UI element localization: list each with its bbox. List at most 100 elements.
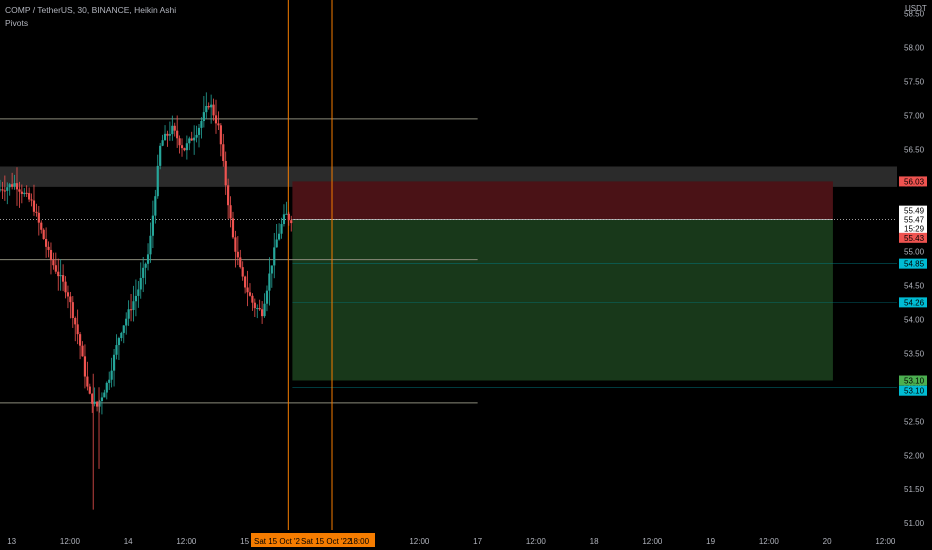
y-tick-label: 58.00 bbox=[904, 44, 925, 53]
candle-body bbox=[258, 308, 261, 310]
candle-body bbox=[32, 200, 36, 212]
candle-body bbox=[95, 401, 99, 407]
candle-body bbox=[86, 376, 89, 387]
candle-body bbox=[105, 382, 108, 393]
candle-body bbox=[47, 246, 50, 250]
candle-body bbox=[57, 271, 60, 277]
candle-body bbox=[275, 239, 278, 248]
candle-body bbox=[149, 235, 152, 255]
candle-body bbox=[263, 303, 266, 317]
candle-body bbox=[120, 332, 123, 339]
candle-body bbox=[178, 138, 181, 146]
candle-body bbox=[280, 224, 283, 234]
candle-body bbox=[69, 296, 72, 303]
stop-loss-zone bbox=[292, 181, 833, 220]
y-tick-label: 58.50 bbox=[904, 10, 925, 19]
candle-body bbox=[151, 215, 154, 236]
candle-body bbox=[234, 237, 237, 252]
candle-body bbox=[246, 287, 249, 293]
candle-body bbox=[239, 257, 242, 268]
candle-body bbox=[251, 295, 254, 303]
y-tick-label: 56.50 bbox=[904, 145, 925, 154]
price-tag-text: 56.03 bbox=[904, 177, 925, 186]
candle-body bbox=[112, 354, 116, 371]
candle-body bbox=[1, 189, 4, 191]
candle-body bbox=[74, 317, 77, 325]
y-tick-label: 54.00 bbox=[904, 315, 925, 324]
candle-body bbox=[202, 112, 205, 122]
candle-body bbox=[227, 185, 230, 206]
candle-body bbox=[212, 104, 215, 116]
candle-body bbox=[42, 229, 45, 239]
candle-body bbox=[180, 145, 184, 149]
price-tag-text: 53.10 bbox=[904, 377, 925, 386]
candle-body bbox=[115, 345, 118, 355]
candle-body bbox=[207, 105, 210, 108]
candle-body bbox=[270, 265, 273, 274]
candle-body bbox=[282, 214, 286, 225]
time-marker-text: Sat 15 Oct '2 bbox=[254, 537, 301, 546]
candle-body bbox=[127, 309, 130, 319]
candle-body bbox=[265, 290, 269, 304]
candle-body bbox=[18, 189, 21, 192]
candle-body bbox=[244, 276, 247, 288]
y-tick-label: 53.50 bbox=[904, 349, 925, 358]
candle-body bbox=[125, 318, 128, 326]
candle-body bbox=[23, 192, 26, 194]
x-tick-label: 20 bbox=[823, 537, 832, 546]
candle-body bbox=[103, 392, 106, 398]
price-tag-text: 54.26 bbox=[904, 298, 925, 307]
candle-body bbox=[168, 134, 171, 136]
candle-body bbox=[35, 211, 38, 213]
candle-body bbox=[248, 292, 252, 296]
candle-body bbox=[217, 123, 220, 126]
candle-body bbox=[193, 137, 196, 141]
candle-body bbox=[134, 295, 138, 302]
price-tag-text: 55.47 bbox=[904, 215, 925, 224]
candle-body bbox=[173, 125, 176, 131]
x-tick-label: 17 bbox=[473, 537, 482, 546]
candle-body bbox=[219, 125, 222, 145]
candle-body bbox=[224, 161, 227, 186]
candle-body bbox=[146, 254, 150, 264]
price-chart[interactable]: USDT58.5058.0057.5057.0056.5056.0055.505… bbox=[0, 0, 932, 550]
price-tag-text: 15:29 bbox=[904, 224, 925, 233]
x-tick-label: 19 bbox=[706, 537, 715, 546]
x-tick-label: 12:00 bbox=[759, 537, 780, 546]
candle-body bbox=[132, 301, 135, 310]
candle-body bbox=[13, 183, 16, 187]
candle-body bbox=[214, 115, 218, 124]
candle-body bbox=[76, 324, 79, 335]
candle-body bbox=[117, 338, 121, 346]
candle-body bbox=[231, 218, 235, 238]
candle-body bbox=[28, 193, 31, 200]
candle-body bbox=[205, 105, 208, 113]
price-tag-text: 55.49 bbox=[904, 207, 925, 216]
x-tick-label: 12:00 bbox=[642, 537, 663, 546]
x-tick-label: 12:00 bbox=[409, 537, 430, 546]
candle-body bbox=[66, 292, 70, 297]
candle-body bbox=[256, 308, 259, 310]
candle-body bbox=[78, 334, 82, 346]
candle-body bbox=[88, 386, 91, 394]
candle-body bbox=[154, 196, 157, 216]
candle-body bbox=[137, 289, 140, 296]
candle-body bbox=[285, 213, 288, 215]
candle-body bbox=[83, 356, 87, 377]
x-tick-label: 12:00 bbox=[875, 537, 896, 546]
price-tag-text: 55.43 bbox=[904, 234, 925, 243]
time-axis-bg bbox=[0, 530, 932, 550]
x-tick-label: 18 bbox=[590, 537, 599, 546]
candle-body bbox=[229, 205, 232, 219]
candle-body bbox=[190, 138, 193, 141]
candle-body bbox=[11, 184, 14, 187]
y-tick-label: 51.00 bbox=[904, 519, 925, 528]
candle-body bbox=[59, 275, 62, 277]
candle-body bbox=[210, 104, 213, 108]
x-tick-label: 15 bbox=[240, 537, 249, 546]
candle-body bbox=[195, 134, 198, 138]
candle-body bbox=[139, 277, 142, 290]
candle-body bbox=[185, 143, 188, 151]
candle-body bbox=[20, 191, 23, 194]
candle-body bbox=[261, 309, 264, 317]
